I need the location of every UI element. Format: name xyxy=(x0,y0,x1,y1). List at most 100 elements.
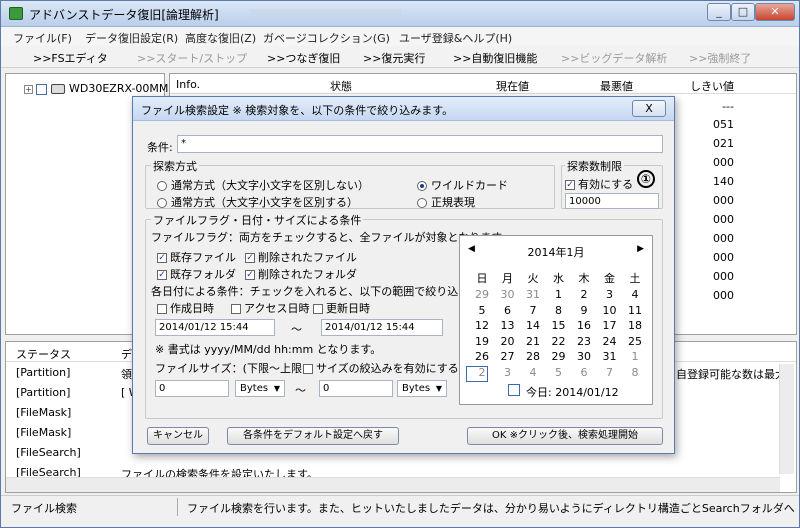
reset-defaults-button[interactable]: 各条件をデフォルト設定へ戻す xyxy=(227,427,399,445)
calendar-day[interactable]: 19 xyxy=(470,335,494,348)
calendar-day[interactable]: 6 xyxy=(496,304,520,317)
calendar-day[interactable]: 7 xyxy=(521,304,545,317)
limit-enable[interactable]: ✓ 有効にする xyxy=(565,176,633,192)
calendar-day[interactable]: 15 xyxy=(547,319,571,332)
checkbox-icon[interactable] xyxy=(313,304,323,314)
calendar-day[interactable]: 7 xyxy=(598,366,622,379)
checkbox-checked-icon[interactable]: ✓ xyxy=(245,253,255,263)
calendar-day[interactable]: 1 xyxy=(547,288,571,301)
calendar-day[interactable]: 4 xyxy=(623,288,647,301)
calendar-day[interactable]: 24 xyxy=(598,335,622,348)
date-from-input[interactable]: 2014/01/12 15:44 xyxy=(155,319,275,336)
tree-checkbox[interactable] xyxy=(36,83,47,95)
col-info[interactable]: Info. xyxy=(176,78,200,91)
calendar[interactable]: ◀ 2014年1月 ▶ 日月火水木金土 29 30 31 1 2 3 4 5 6 7 8 9 10 11 12… xyxy=(459,235,653,405)
deleted-file-checkbox[interactable]: ✓ 削除されたファイル xyxy=(245,249,357,265)
calendar-day[interactable]: 23 xyxy=(572,335,596,348)
menu-help[interactable]: ユーザ登録&ヘルプ(H) xyxy=(399,30,512,46)
checkbox-checked-icon[interactable]: ✓ xyxy=(245,270,255,280)
menu-advanced[interactable]: 高度な復旧(Z) xyxy=(185,30,256,46)
toolbar-fs-editor[interactable]: >>FSエディタ xyxy=(33,50,108,66)
checkbox-checked-icon[interactable]: ✓ xyxy=(565,180,575,190)
cancel-button[interactable]: キャンセル xyxy=(147,427,209,445)
checkbox-icon[interactable] xyxy=(231,304,241,314)
today-link[interactable]: 今日: 2014/01/12 xyxy=(526,384,619,400)
mode-option-wildcard[interactable]: ワイルドカード xyxy=(417,177,508,193)
toolbar-auto-recovery[interactable]: >>自動復旧機能 xyxy=(453,50,537,66)
col-detail[interactable]: デ xyxy=(121,346,132,362)
toolbar-bigdata[interactable]: >>ビッグデータ解析 xyxy=(561,50,667,66)
toolbar-start-stop[interactable]: >>スタート/ストップ xyxy=(137,50,247,66)
size-max-unit-select[interactable]: Bytes ▼ xyxy=(397,380,447,397)
calendar-day[interactable]: 2 xyxy=(572,288,596,301)
menu-file[interactable]: ファイル(F) xyxy=(13,30,72,46)
calendar-day[interactable]: 13 xyxy=(496,319,520,332)
col-worst[interactable]: 最悪値 xyxy=(600,78,633,94)
calendar-day[interactable]: 10 xyxy=(598,304,622,317)
calendar-day[interactable]: 11 xyxy=(623,304,647,317)
calendar-day[interactable]: 1 xyxy=(623,350,647,363)
calendar-day[interactable]: 25 xyxy=(623,335,647,348)
calendar-day[interactable]: 28 xyxy=(521,350,545,363)
calendar-day[interactable]: 27 xyxy=(496,350,520,363)
log-vscroll[interactable] xyxy=(779,364,794,474)
close-button[interactable]: ✕ xyxy=(755,3,795,21)
ok-search-button[interactable]: OK ※クリック後、検索処理開始 xyxy=(467,427,663,445)
calendar-day[interactable]: 9 xyxy=(572,304,596,317)
dialog-close-button[interactable]: X xyxy=(632,100,666,117)
calendar-day[interactable]: 12 xyxy=(470,319,494,332)
calendar-day[interactable]: 31 xyxy=(598,350,622,363)
calendar-day[interactable]: 17 xyxy=(598,319,622,332)
calendar-day[interactable]: 14 xyxy=(521,319,545,332)
calendar-day[interactable]: 8 xyxy=(623,366,647,379)
calendar-day[interactable]: 29 xyxy=(470,288,494,301)
size-max-input[interactable]: 0 xyxy=(319,380,393,397)
calendar-day[interactable]: 18 xyxy=(623,319,647,332)
checkbox-icon[interactable] xyxy=(303,364,313,374)
mode-option-regex[interactable]: 正規表現 xyxy=(417,194,475,210)
accessed-checkbox[interactable]: アクセス日時 xyxy=(231,300,309,316)
deleted-folder-checkbox[interactable]: ✓ 削除されたフォルダ xyxy=(245,266,357,282)
radio-icon[interactable] xyxy=(417,198,427,208)
toolbar-restore[interactable]: >>復元実行 xyxy=(363,50,425,66)
checkbox-checked-icon[interactable]: ✓ xyxy=(157,253,167,263)
limit-input[interactable]: 10000 xyxy=(565,193,659,209)
menu-recovery-settings[interactable]: データ復旧設定(R) xyxy=(85,30,178,46)
calendar-day[interactable]: 30 xyxy=(496,288,520,301)
next-month-icon[interactable]: ▶ xyxy=(637,244,644,254)
calendar-day[interactable]: 20 xyxy=(496,335,520,348)
condition-input[interactable]: * xyxy=(177,135,663,153)
checkbox-checked-icon[interactable]: ✓ xyxy=(157,270,167,280)
log-hscroll[interactable] xyxy=(6,477,780,492)
toolbar-join-recovery[interactable]: >>つなぎ復旧 xyxy=(267,50,340,66)
updated-checkbox[interactable]: 更新日時 xyxy=(313,300,370,316)
radio-icon[interactable] xyxy=(157,181,167,191)
mode-option-2[interactable]: 通常方式（大文字小文字を区別する） xyxy=(157,194,358,210)
created-checkbox[interactable]: 作成日時 xyxy=(157,300,214,316)
radio-icon[interactable] xyxy=(157,198,167,208)
calendar-day[interactable]: 3 xyxy=(598,288,622,301)
size-enable-checkbox[interactable]: サイズの絞込みを有効にする xyxy=(303,360,459,376)
calendar-day[interactable]: 21 xyxy=(521,335,545,348)
toolbar-force-stop[interactable]: >>強制終了 xyxy=(689,50,751,66)
calendar-day[interactable]: 16 xyxy=(572,319,596,332)
existing-folder-checkbox[interactable]: ✓ 既存フォルダ xyxy=(157,266,236,282)
maximize-button[interactable]: □ xyxy=(731,3,755,21)
col-current[interactable]: 現在値 xyxy=(496,78,529,94)
expand-icon[interactable]: + xyxy=(24,84,33,94)
calendar-day[interactable]: 4 xyxy=(521,366,545,379)
size-min-input[interactable]: 0 xyxy=(155,380,229,397)
menu-gc[interactable]: ガベージコレクション(G) xyxy=(263,30,390,46)
checkbox-icon[interactable] xyxy=(157,304,167,314)
calendar-day[interactable]: 30 xyxy=(572,350,596,363)
calendar-day[interactable]: 26 xyxy=(470,350,494,363)
calendar-day[interactable]: 3 xyxy=(496,366,520,379)
calendar-day[interactable]: 5 xyxy=(547,366,571,379)
calendar-day[interactable]: 29 xyxy=(547,350,571,363)
existing-file-checkbox[interactable]: ✓ 既存ファイル xyxy=(157,249,236,265)
tree-drive-row[interactable]: + WD30EZRX-00MMM xyxy=(24,82,178,95)
calendar-day[interactable]: 5 xyxy=(470,304,494,317)
col-status[interactable]: ステータス xyxy=(16,346,71,362)
date-to-input[interactable]: 2014/01/12 15:44 xyxy=(321,319,443,336)
col-state[interactable]: 状態 xyxy=(330,78,352,94)
